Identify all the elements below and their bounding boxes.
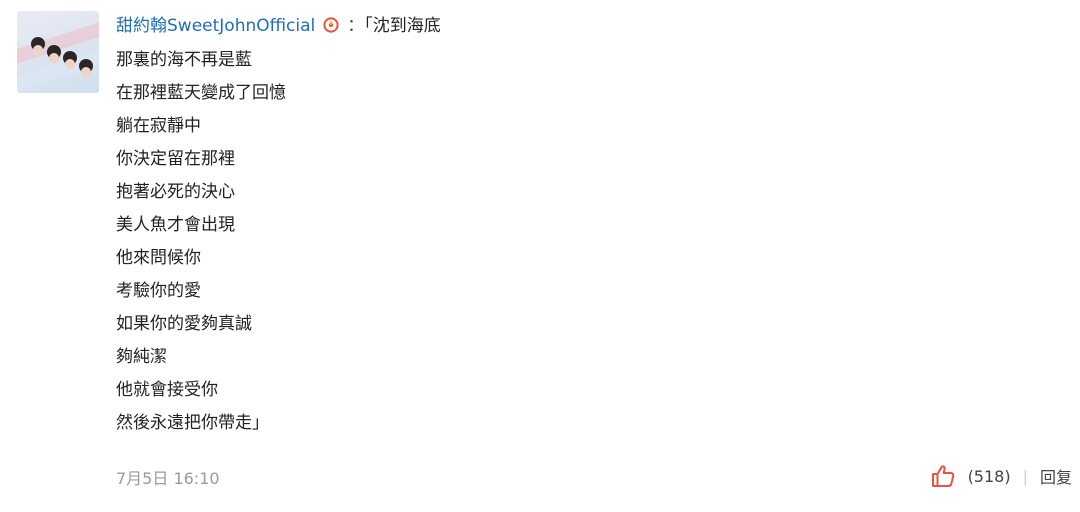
comment-line: 那裏的海不再是藍 (116, 50, 252, 70)
comment-text: 那裏的海不再是藍 在那裡藍天變成了回憶 躺在寂靜中 你決定留在那裡 抱著必死的決… (116, 44, 1056, 440)
comment-line: 「沈到海底 (364, 16, 441, 36)
music-badge-icon[interactable] (323, 14, 339, 33)
reply-button[interactable]: 回复 (1040, 464, 1072, 488)
avatar-figure (81, 67, 91, 77)
avatar-figure (65, 59, 75, 69)
comment-body: 甜約翰SweetJohnOfficial ：「沈到海底 那裏的海不再是藍 在那裡藍… (116, 12, 1056, 440)
comment-line: 如果你的愛夠真誠 (116, 314, 252, 334)
like-button[interactable]: (518) (930, 463, 1011, 489)
comment-line: 夠純潔 (116, 347, 167, 367)
username-link[interactable]: 甜約翰SweetJohnOfficial (116, 16, 315, 36)
action-divider: | (1022, 466, 1028, 486)
header-colon: ： (347, 16, 365, 36)
comment-actions: (518) | 回复 (930, 461, 1072, 491)
comment-line: 抱著必死的決心 (116, 182, 235, 202)
comment-line: 他就會接受你 (116, 380, 218, 400)
comment-line: 在那裡藍天變成了回憶 (116, 83, 286, 103)
comment-line: 考驗你的愛 (116, 281, 201, 301)
comment-line: 美人魚才會出現 (116, 215, 235, 235)
comment-header: 甜約翰SweetJohnOfficial ：「沈到海底 (116, 12, 1056, 40)
timestamp: 7月5日 16:10 (116, 469, 220, 488)
comment-line: 你決定留在那裡 (116, 149, 235, 169)
comment-line: 躺在寂靜中 (116, 116, 201, 136)
comment-footer: 7月5日 16:10 (518) | 回复 (116, 461, 1072, 491)
avatar-figure (49, 53, 59, 63)
thumbs-up-icon[interactable] (930, 463, 956, 489)
like-count: (518) (967, 466, 1011, 486)
comment-card: 甜約翰SweetJohnOfficial ：「沈到海底 那裏的海不再是藍 在那裡藍… (0, 0, 1080, 512)
avatar-figure (33, 45, 43, 55)
comment-line: 他來問候你 (116, 248, 201, 268)
avatar[interactable] (17, 11, 99, 93)
comment-line: 然後永遠把你帶走」 (116, 413, 269, 433)
